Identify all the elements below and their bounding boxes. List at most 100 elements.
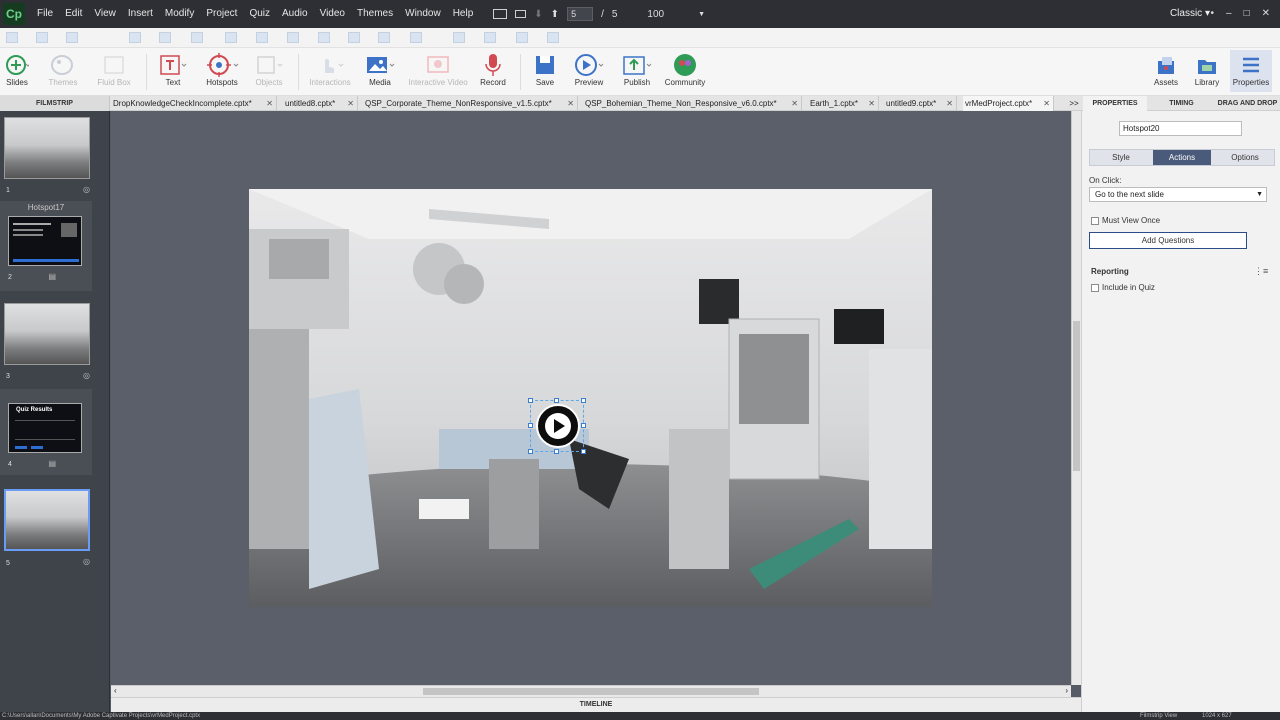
hotspot-selection[interactable] [528,398,586,454]
resize-handle[interactable] [528,398,533,403]
panel-menu-icon[interactable]: ⋮≡ [1254,266,1268,277]
scroll-right-icon[interactable]: › [1065,686,1068,695]
community-button[interactable]: Community [664,52,706,87]
options-icon[interactable]: • [1210,0,1214,28]
close-icon[interactable]: ✕ [1262,0,1270,28]
resize-handle[interactable] [554,449,559,454]
arrow-down-icon[interactable]: ⬇ [534,9,542,20]
resize-handle[interactable] [581,423,586,428]
bring-forward-icon[interactable] [453,32,465,43]
record-button[interactable]: Record [478,52,508,87]
minimize-icon[interactable]: – [1226,0,1232,28]
workspace-switcher[interactable]: Classic ▾ [1170,0,1210,28]
menu-quiz[interactable]: Quiz [243,0,276,28]
align-left-icon[interactable] [6,32,18,43]
themes-button[interactable]: Themes [46,52,80,87]
align-right-icon[interactable] [66,32,78,43]
canvas-vertical-scrollbar[interactable] [1071,111,1081,685]
send-backward-icon[interactable] [484,32,496,43]
document-tab[interactable]: DropKnowledgeCheckIncomplete.cptx* ✕ [111,96,277,111]
slide-thumbnail-3[interactable]: 3 ◎ [4,303,92,380]
document-tab[interactable]: QSP_Corporate_Theme_NonResponsive_v1.5.c… [363,96,578,111]
subtab-actions[interactable]: Actions [1153,150,1211,165]
add-questions-button[interactable]: Add Questions [1089,232,1247,249]
scroll-left-icon[interactable]: ‹ [114,686,117,695]
library-button[interactable]: Library [1192,52,1222,87]
mail-icon[interactable] [515,10,527,18]
object-name-input[interactable]: Hotspot20 [1119,121,1242,136]
resize-handle[interactable] [528,449,533,454]
maximize-icon[interactable]: □ [1244,0,1250,28]
slides-button[interactable]: Slides [2,52,32,87]
same-size-icon[interactable] [348,32,360,43]
publish-button[interactable]: Publish [620,52,654,87]
arrow-up-icon[interactable]: ⬆ [551,9,559,20]
close-tab-icon[interactable]: ✕ [1043,96,1050,111]
page-number-input[interactable]: 5 [567,7,594,21]
resize-handle[interactable] [581,449,586,454]
resize-handle[interactable] [528,423,533,428]
menu-window[interactable]: Window [399,0,447,28]
menu-help[interactable]: Help [447,0,480,28]
resize-handle[interactable] [554,398,559,403]
tab-drag-and-drop[interactable]: DRAG AND DROP [1215,96,1280,111]
slide-thumbnail-5[interactable]: 5 ◎ [4,489,92,567]
document-tab[interactable]: Earth_1.cptx* ✕ [808,96,879,111]
menu-edit[interactable]: Edit [59,0,88,28]
menu-view[interactable]: View [88,0,122,28]
interactions-button[interactable]: Interactions [305,52,355,87]
subtab-style[interactable]: Style [1090,150,1152,165]
timeline-panel-toggle[interactable]: TIMELINE [111,697,1081,712]
menu-insert[interactable]: Insert [122,0,159,28]
include-in-quiz-checkbox[interactable] [1091,284,1099,292]
fluid-box-button[interactable]: Fluid Box [96,52,132,87]
align-center-icon[interactable] [36,32,48,43]
distribute-horizontal-icon[interactable] [225,32,237,43]
scrollbar-thumb[interactable] [1073,321,1080,471]
save-button[interactable]: Save [531,52,559,87]
screen-icon[interactable] [493,9,508,19]
preview-button[interactable]: Preview [572,52,606,87]
same-width-icon[interactable] [287,32,299,43]
document-tab[interactable]: untitled8.cptx* ✕ [283,96,358,111]
media-button[interactable]: Media [363,52,397,87]
properties-button[interactable]: Properties [1230,50,1272,92]
hotspots-button[interactable]: Hotspots [202,52,242,87]
send-to-back-icon[interactable] [547,32,559,43]
slide-thumbnail-4[interactable]: Quiz Results 4 ▤ [8,403,96,468]
close-tab-icon[interactable]: ✕ [347,96,354,111]
slide-thumbnail-1[interactable]: 1 ◎ [4,117,92,194]
menu-modify[interactable]: Modify [159,0,200,28]
same-height-icon[interactable] [318,32,330,43]
more-tabs-button[interactable]: >> [1065,96,1083,111]
align-bottom-icon[interactable] [191,32,203,43]
scrollbar-thumb[interactable] [423,688,759,695]
menu-themes[interactable]: Themes [351,0,399,28]
distribute-vertical-icon[interactable] [256,32,268,43]
text-button[interactable]: Text [157,52,189,87]
menu-video[interactable]: Video [314,0,351,28]
menu-file[interactable]: File [31,0,59,28]
resize-handle[interactable] [581,398,586,403]
zoom-value[interactable]: 100 [647,9,664,20]
objects-button[interactable]: Objects [252,52,286,87]
close-tab-icon[interactable]: ✕ [567,96,574,111]
close-tab-icon[interactable]: ✕ [266,96,273,111]
document-tab[interactable]: untitled9.cptx* ✕ [884,96,957,111]
tab-properties[interactable]: PROPERTIES [1083,96,1147,111]
align-middle-icon[interactable] [159,32,171,43]
close-tab-icon[interactable]: ✕ [791,96,798,111]
must-view-once-checkbox[interactable] [1091,217,1099,225]
bring-to-front-icon[interactable] [516,32,528,43]
slide-thumbnail-2[interactable]: 2 ▤ [8,216,96,281]
zoom-dropdown-icon[interactable]: ▼ [698,11,705,18]
close-tab-icon[interactable]: ✕ [946,96,953,111]
assets-button[interactable]: Assets [1152,52,1180,87]
close-tab-icon[interactable]: ✕ [868,96,875,111]
interactive-video-button[interactable]: Interactive Video [404,52,472,87]
align-top-icon[interactable] [129,32,141,43]
document-tab[interactable]: QSP_Bohemian_Theme_Non_Responsive_v6.0.c… [583,96,802,111]
tab-timing[interactable]: TIMING [1150,96,1213,111]
document-tab-active[interactable]: vrMedProject.cptx* ✕ [963,96,1054,111]
on-click-action-select[interactable]: Go to the next slide ▼ [1089,187,1267,202]
